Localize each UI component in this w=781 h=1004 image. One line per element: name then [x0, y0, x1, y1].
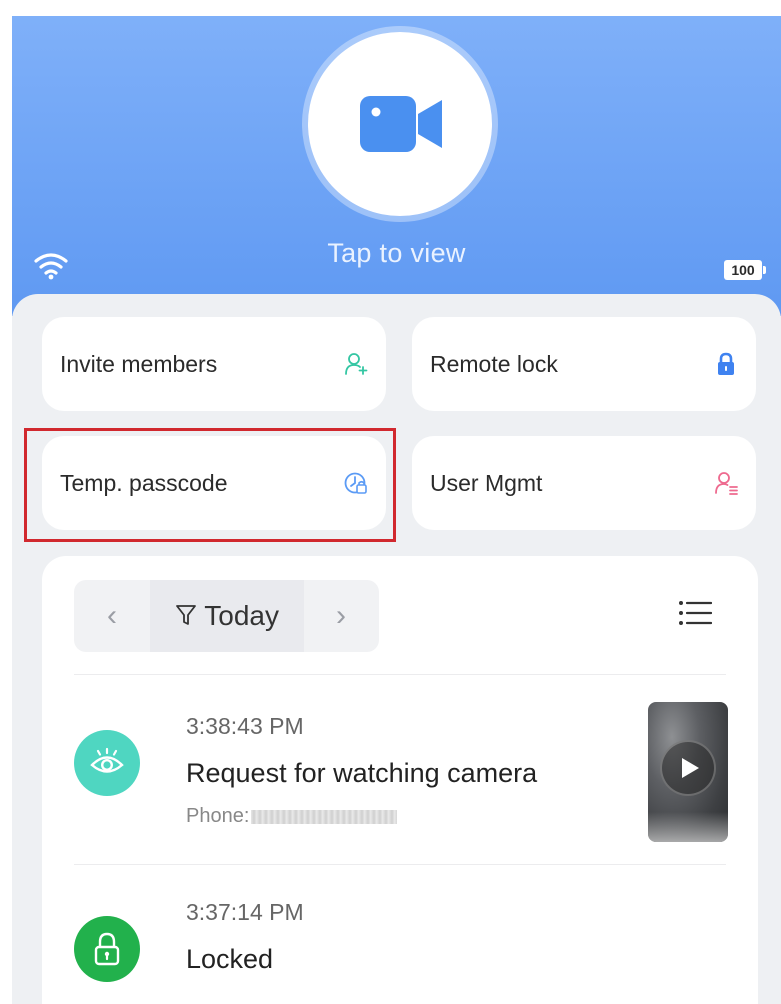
event-time: 3:37:14 PM: [186, 899, 304, 925]
filter-icon: [176, 604, 196, 625]
remote-lock-label: Remote lock: [430, 351, 558, 377]
invite-members-label: Invite members: [60, 351, 218, 377]
redacted-phone: [251, 809, 398, 824]
video-thumbnail[interactable]: [648, 702, 728, 842]
thumbnail-shade: [648, 812, 728, 842]
add-user-icon: [345, 353, 368, 375]
date-filter-label: Today: [204, 600, 279, 631]
event-detail-label: Phone:: [186, 805, 250, 827]
video-camera-icon: [360, 96, 442, 152]
user-list-icon: [715, 472, 738, 495]
date-navigator: ‹ Today ›: [74, 580, 379, 652]
user-management-label: User Mgmt: [430, 470, 543, 496]
date-filter-button[interactable]: Today: [150, 580, 304, 652]
remote-lock-button[interactable]: Remote lock: [412, 317, 756, 411]
highlight-box: [24, 428, 396, 542]
eye-icon: [90, 747, 124, 773]
wifi-icon: [34, 253, 68, 280]
event-title: Request for watching camera: [186, 758, 538, 788]
lock-icon: [718, 352, 734, 375]
camera-view-button[interactable]: [308, 32, 492, 216]
chevron-right-icon: ›: [336, 599, 346, 632]
play-icon: [682, 758, 699, 778]
user-management-button[interactable]: User Mgmt: [412, 436, 756, 530]
list-icon[interactable]: [678, 596, 712, 630]
invite-members-button[interactable]: Invite members: [42, 317, 386, 411]
app-screen: Tap to view 100 Invite members Remote lo…: [12, 16, 781, 1004]
lock-icon: [94, 932, 120, 966]
main-sheet: Invite members Remote lock Temp. passcod…: [12, 294, 781, 1004]
event-type-badge: [74, 916, 140, 982]
event-title: Locked: [186, 944, 274, 974]
activity-log-panel: ‹ Today › 3:38:43 PM Request for watchin…: [42, 556, 758, 1004]
chevron-left-icon: ‹: [107, 599, 117, 632]
prev-day-button[interactable]: ‹: [74, 580, 150, 652]
battery-indicator: 100: [724, 260, 766, 280]
event-type-badge: [74, 730, 140, 796]
play-button[interactable]: [660, 740, 716, 796]
divider: [74, 674, 726, 675]
event-time: 3:38:43 PM: [186, 713, 304, 739]
event-detail: Phone:: [186, 805, 398, 828]
next-day-button[interactable]: ›: [303, 580, 379, 652]
camera-header: Tap to view 100: [12, 16, 781, 316]
divider: [74, 864, 726, 865]
tap-to-view-label[interactable]: Tap to view: [12, 238, 781, 269]
